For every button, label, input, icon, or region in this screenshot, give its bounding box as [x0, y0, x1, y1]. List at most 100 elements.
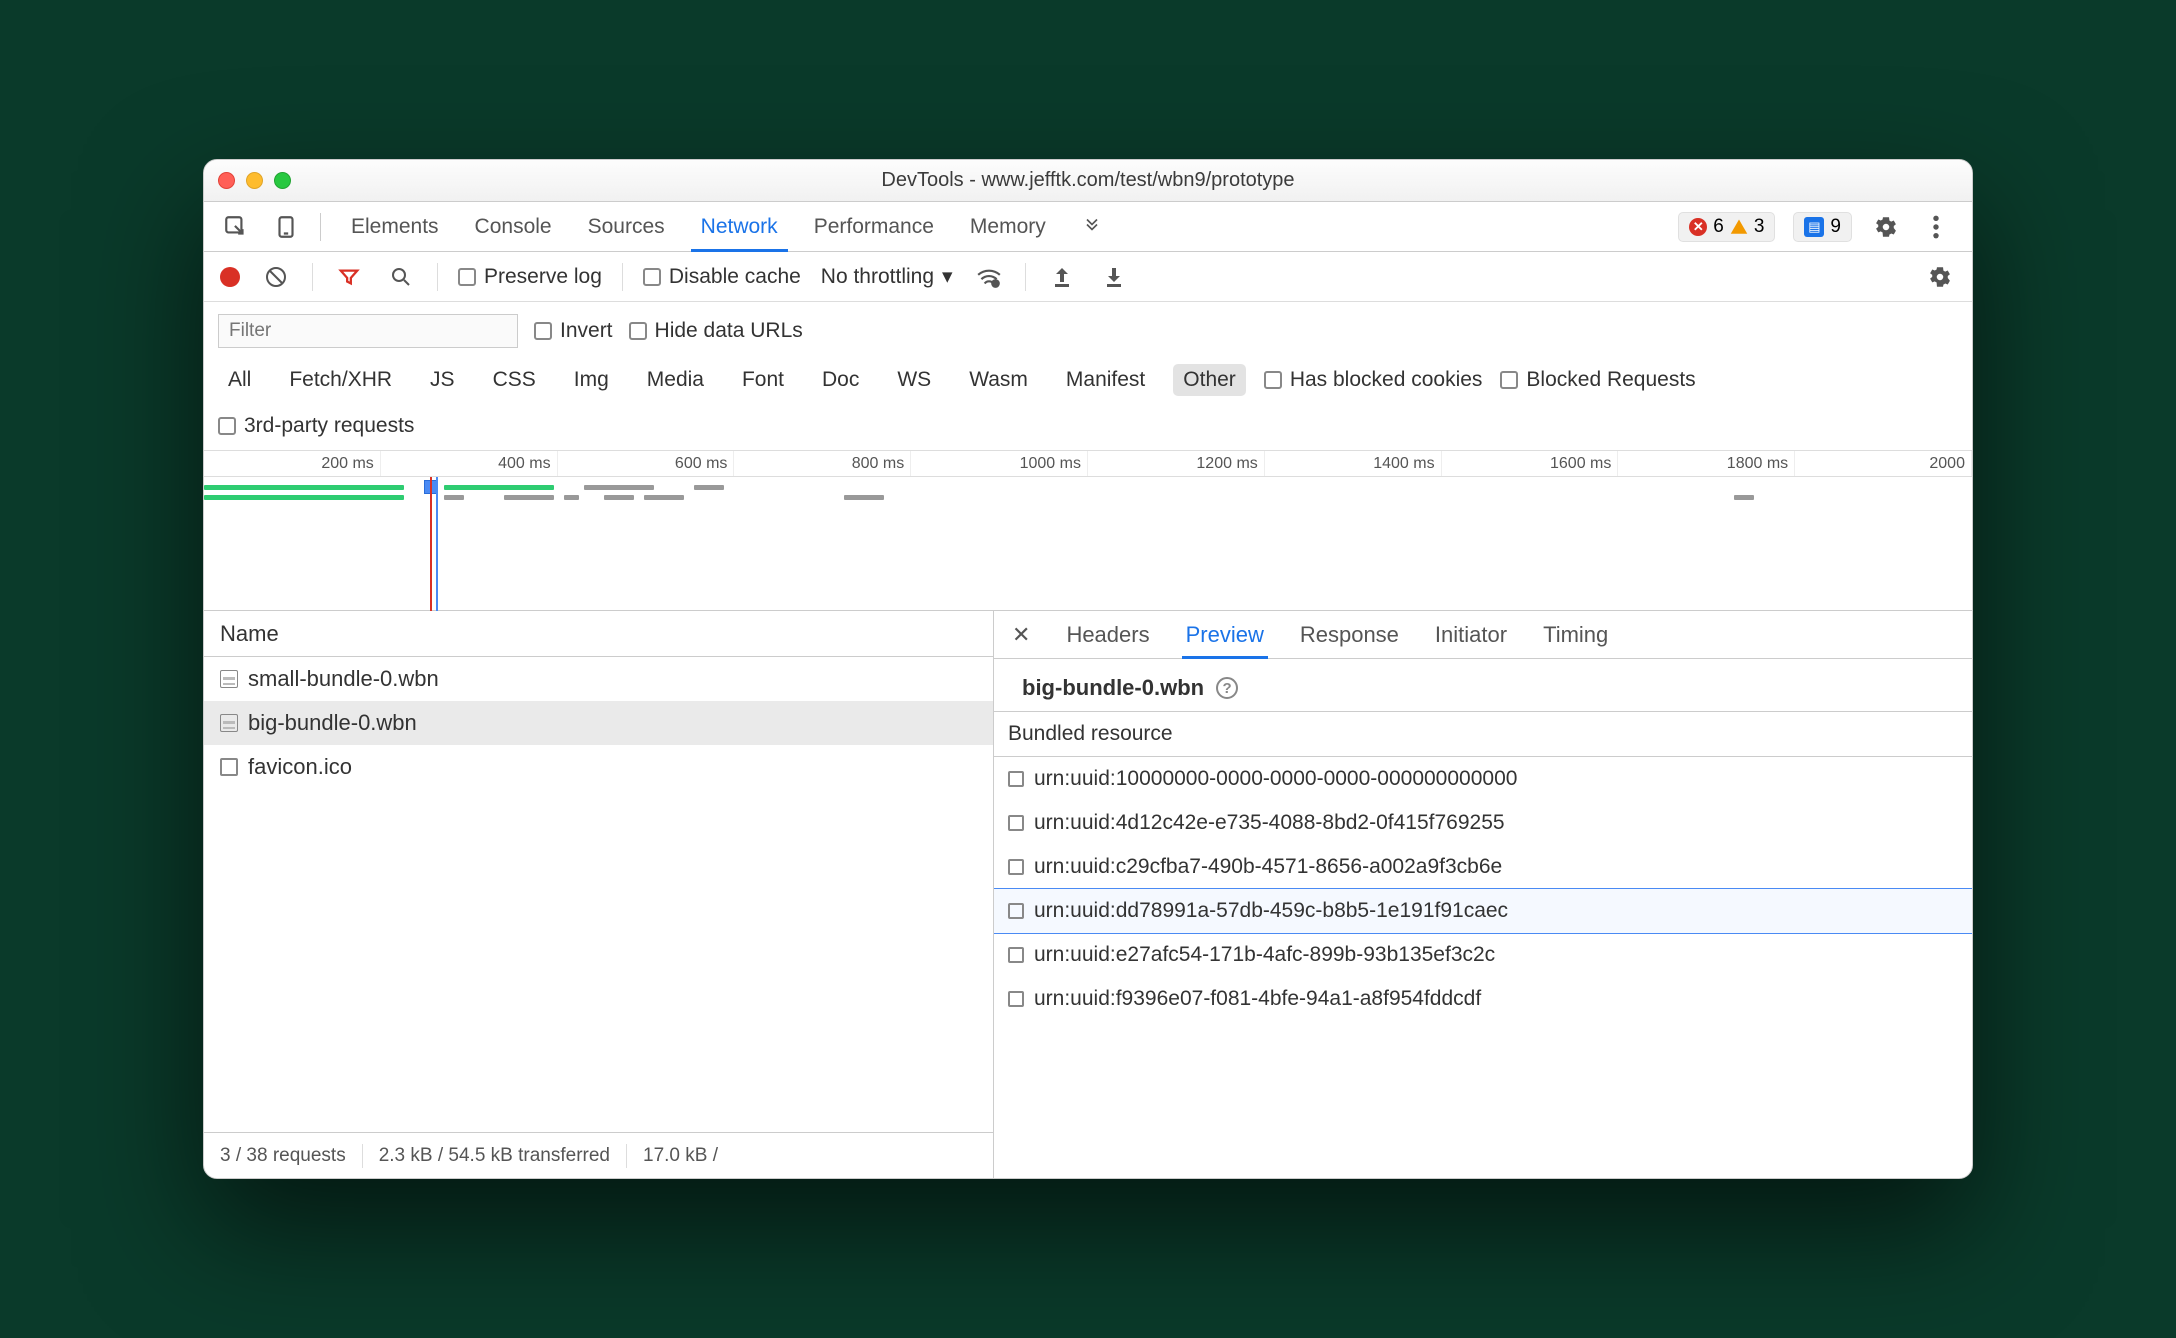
- bundled-resource-row[interactable]: urn:uuid:dd78991a-57db-459c-b8b5-1e191f9…: [994, 889, 1972, 933]
- hide-data-urls-checkbox[interactable]: Hide data URLs: [629, 319, 803, 343]
- device-toggle-icon[interactable]: [264, 214, 308, 240]
- file-icon: [220, 714, 238, 732]
- network-conditions-icon[interactable]: [973, 261, 1005, 293]
- devtools-window: DevTools - www.jefftk.com/test/wbn9/prot…: [203, 159, 1973, 1179]
- detail-tab-initiator[interactable]: Initiator: [1435, 611, 1507, 658]
- settings-gear-icon[interactable]: [1924, 261, 1956, 293]
- detail-tabstrip: ✕ Headers Preview Response Initiator Timing: [994, 611, 1972, 659]
- main-tabstrip: ElementsConsoleSourcesNetworkPerformance…: [204, 202, 1972, 252]
- detail-tab-response[interactable]: Response: [1300, 611, 1399, 658]
- upload-icon[interactable]: [1046, 261, 1078, 293]
- bundled-resource-row[interactable]: urn:uuid:e27afc54-171b-4afc-899b-93b135e…: [994, 933, 1972, 977]
- type-chip-fetchxhr[interactable]: Fetch/XHR: [279, 364, 402, 396]
- bundled-resource-row[interactable]: urn:uuid:4d12c42e-e735-4088-8bd2-0f415f7…: [994, 801, 1972, 845]
- invert-checkbox[interactable]: Invert: [534, 319, 613, 343]
- resource-icon: [1008, 991, 1024, 1007]
- inspect-icon[interactable]: [214, 214, 258, 240]
- resource-url: urn:uuid:10000000-0000-0000-0000-0000000…: [1034, 767, 1517, 791]
- help-icon[interactable]: ?: [1216, 677, 1238, 699]
- type-chip-manifest[interactable]: Manifest: [1056, 364, 1155, 396]
- type-chip-all[interactable]: All: [218, 364, 261, 396]
- request-row[interactable]: favicon.ico: [204, 745, 993, 789]
- resource-url: urn:uuid:c29cfba7-490b-4571-8656-a002a9f…: [1034, 855, 1502, 879]
- window-title: DevTools - www.jefftk.com/test/wbn9/prot…: [204, 169, 1972, 192]
- search-icon[interactable]: [385, 261, 417, 293]
- has-blocked-cookies-checkbox[interactable]: Has blocked cookies: [1264, 368, 1483, 392]
- more-tabs-icon[interactable]: [1070, 217, 1114, 237]
- name-column-header[interactable]: Name: [204, 611, 993, 657]
- status-requests: 3 / 38 requests: [220, 1145, 346, 1167]
- titlebar: DevTools - www.jefftk.com/test/wbn9/prot…: [204, 160, 1972, 202]
- download-icon[interactable]: [1098, 261, 1130, 293]
- tab-elements[interactable]: Elements: [333, 202, 457, 251]
- type-chip-js[interactable]: JS: [420, 364, 465, 396]
- timeline-tick: 400 ms: [381, 451, 558, 476]
- type-chip-img[interactable]: Img: [564, 364, 619, 396]
- third-party-checkbox[interactable]: 3rd-party requests: [218, 414, 1958, 438]
- file-icon: [220, 758, 238, 776]
- tab-network[interactable]: Network: [683, 202, 796, 251]
- warning-icon: [1730, 218, 1748, 236]
- kebab-menu-icon[interactable]: [1920, 211, 1952, 243]
- issues-badge[interactable]: ✕ 6 3: [1678, 212, 1775, 242]
- warning-count: 3: [1754, 216, 1765, 238]
- close-icon[interactable]: ✕: [1012, 622, 1030, 648]
- request-row[interactable]: big-bundle-0.wbn: [204, 701, 993, 745]
- request-row[interactable]: small-bundle-0.wbn: [204, 657, 993, 701]
- filter-bar: Invert Hide data URLs All Fetch/XHR JS CSS I…: [204, 302, 1972, 451]
- timeline-tick: 600 ms: [558, 451, 735, 476]
- request-name: favicon.ico: [248, 754, 352, 780]
- disable-cache-checkbox[interactable]: Disable cache: [643, 265, 801, 289]
- requests-list-panel: Name small-bundle-0.wbnbig-bundle-0.wbn f…: [204, 611, 994, 1178]
- messages-badge[interactable]: ▤ 9: [1793, 212, 1852, 242]
- timeline-tick: 1200 ms: [1088, 451, 1265, 476]
- detail-tab-headers[interactable]: Headers: [1066, 611, 1149, 658]
- type-chip-other[interactable]: Other: [1173, 364, 1246, 396]
- bundled-resource-header: Bundled resource: [994, 711, 1972, 757]
- tab-console[interactable]: Console: [457, 202, 570, 251]
- detail-tab-timing[interactable]: Timing: [1543, 611, 1608, 658]
- blocked-requests-checkbox[interactable]: Blocked Requests: [1500, 368, 1695, 392]
- filter-icon[interactable]: [333, 261, 365, 293]
- bundled-resource-row[interactable]: urn:uuid:c29cfba7-490b-4571-8656-a002a9f…: [994, 845, 1972, 889]
- resource-icon: [1008, 771, 1024, 787]
- resource-url: urn:uuid:dd78991a-57db-459c-b8b5-1e191f9…: [1034, 899, 1508, 923]
- chevron-down-icon: ▾: [942, 264, 953, 289]
- resource-url: urn:uuid:e27afc54-171b-4afc-899b-93b135e…: [1034, 943, 1495, 967]
- type-chip-doc[interactable]: Doc: [812, 364, 869, 396]
- status-resources: 17.0 kB /: [643, 1145, 718, 1167]
- settings-icon[interactable]: [1870, 211, 1902, 243]
- error-count: 6: [1713, 216, 1724, 238]
- tab-memory[interactable]: Memory: [952, 202, 1064, 251]
- clear-icon[interactable]: [260, 261, 292, 293]
- status-bar: 3 / 38 requests 2.3 kB / 54.5 kB transfe…: [204, 1132, 993, 1178]
- bundled-resource-row[interactable]: urn:uuid:f9396e07-f081-4bfe-94a1-a8f954f…: [994, 977, 1972, 1021]
- timeline-tick: 2000: [1795, 451, 1972, 476]
- preserve-log-checkbox[interactable]: Preserve log: [458, 265, 602, 289]
- timeline-tick: 1400 ms: [1265, 451, 1442, 476]
- separator: [320, 213, 321, 241]
- preview-title: big-bundle-0.wbn ?: [994, 659, 1972, 711]
- tab-performance[interactable]: Performance: [796, 202, 952, 251]
- resource-icon: [1008, 947, 1024, 963]
- throttling-select[interactable]: No throttling▾: [821, 264, 953, 289]
- type-chip-css[interactable]: CSS: [483, 364, 546, 396]
- record-button[interactable]: [220, 267, 240, 287]
- resource-icon: [1008, 903, 1024, 919]
- detail-tab-preview[interactable]: Preview: [1186, 611, 1264, 658]
- type-chip-wasm[interactable]: Wasm: [959, 364, 1038, 396]
- type-chip-ws[interactable]: WS: [887, 364, 941, 396]
- type-chip-media[interactable]: Media: [637, 364, 714, 396]
- timeline-tick: 800 ms: [734, 451, 911, 476]
- error-icon: ✕: [1689, 218, 1707, 236]
- timeline-overview[interactable]: 200 ms400 ms600 ms800 ms1000 ms1200 ms14…: [204, 451, 1972, 611]
- resource-icon: [1008, 859, 1024, 875]
- file-icon: [220, 670, 238, 688]
- message-icon: ▤: [1804, 217, 1824, 237]
- details-panel: ✕ HeadersPreviewResponseInitiatorTiming …: [994, 611, 1972, 1178]
- filter-input[interactable]: [218, 314, 518, 348]
- bundled-resource-row[interactable]: urn:uuid:10000000-0000-0000-0000-0000000…: [994, 757, 1972, 801]
- timeline-tick: 1000 ms: [911, 451, 1088, 476]
- tab-sources[interactable]: Sources: [570, 202, 683, 251]
- type-chip-font[interactable]: Font: [732, 364, 794, 396]
